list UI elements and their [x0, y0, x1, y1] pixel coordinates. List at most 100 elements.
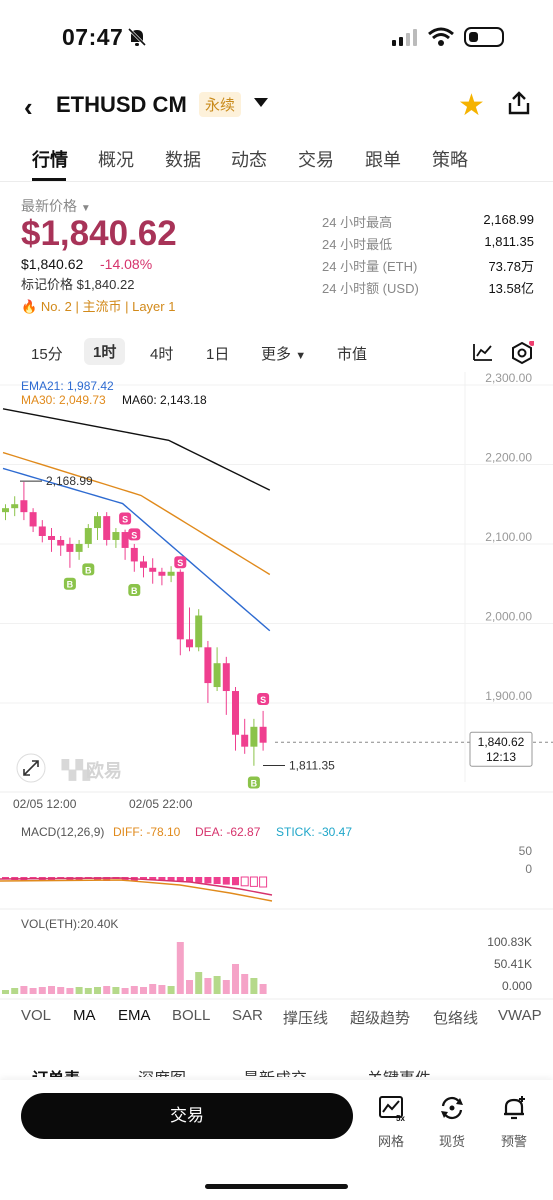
main-tabs: 行情 概况 数据 动态 交易 跟单 策略	[0, 142, 553, 182]
settings-hex-icon[interactable]	[510, 341, 534, 365]
tab-overview[interactable]: 概况	[98, 146, 134, 172]
indicator-sar[interactable]: SAR	[232, 1007, 263, 1024]
alert-button[interactable]: 预警	[492, 1094, 536, 1150]
macd-bar	[259, 876, 268, 888]
spot-button[interactable]: 现货	[430, 1094, 474, 1150]
indicator-ema[interactable]: EMA	[118, 1007, 151, 1024]
stat-volume: 24 小时量 (ETH) 73.78万	[322, 259, 534, 274]
macd-bar	[222, 877, 230, 885]
content-tabs: 订单表 深度图 最新成交 关键事件	[0, 1063, 553, 1077]
favorite-star-icon[interactable]: ★	[458, 88, 485, 123]
coin-tags[interactable]: 🔥 No. 2 | 主流币 | Layer 1	[21, 296, 175, 315]
volume-bar	[103, 986, 111, 994]
tab-news[interactable]: 动态	[231, 146, 267, 172]
volume-bar	[250, 978, 258, 994]
tab-market[interactable]: 行情	[32, 146, 68, 172]
candle-down	[176, 571, 184, 640]
marker-letter: S	[131, 530, 137, 540]
macd-bar	[240, 876, 249, 887]
coin-tags-text: No. 2 | 主流币 | Layer 1	[40, 299, 176, 314]
tab-copy[interactable]: 跟单	[365, 146, 401, 172]
macd-label: MACD(12,26,9)	[21, 825, 104, 839]
candle-up	[84, 528, 92, 544]
macd-diff: DIFF: -78.10	[113, 825, 181, 839]
last-price-usd: $1,840.62	[21, 256, 84, 272]
tab-orderbook[interactable]: 订单表	[32, 1065, 80, 1077]
indicator-vwap[interactable]: VWAP	[498, 1007, 542, 1024]
macd-bar	[204, 877, 212, 884]
price-tick-label: 1,900.00	[485, 689, 532, 703]
marker-letter: B	[67, 580, 74, 590]
candle-down	[158, 571, 166, 576]
candle-up	[11, 504, 19, 509]
interval-selector: 15分 1时 4时 1日 更多 ▼ 市值	[0, 338, 553, 368]
indicator-boll[interactable]: BOLL	[172, 1007, 210, 1024]
market-cap-toggle[interactable]: 市值	[337, 343, 367, 364]
volume-bar	[232, 964, 239, 994]
interval-1h[interactable]: 1时	[84, 338, 126, 365]
volume-bar	[11, 988, 19, 994]
volume-bar	[195, 972, 203, 994]
grid-bot-icon: 5x	[379, 1096, 405, 1123]
last-price-label[interactable]: 最新价格 ▼	[21, 196, 91, 216]
tab-trade[interactable]: 交易	[298, 146, 334, 172]
indicator-chart-icon[interactable]	[472, 342, 494, 362]
app-header: ‹ ETHUSD CM 永续 ★	[0, 82, 553, 126]
candle-down	[130, 547, 138, 562]
marker-letter: B	[131, 586, 138, 596]
current-price-label: 1,840.62	[478, 735, 525, 749]
indicator-envelope[interactable]: 包络线	[433, 1007, 478, 1028]
candle-down	[29, 512, 37, 527]
interval-more[interactable]: 更多 ▼	[261, 343, 306, 364]
volume-bar	[149, 984, 157, 994]
ema21-legend: EMA21: 1,987.42	[21, 379, 114, 393]
chevron-down-icon[interactable]	[254, 98, 268, 107]
ma60-legend: MA60: 2,143.18	[122, 393, 207, 407]
indicator-vol[interactable]: VOL	[21, 1007, 51, 1024]
volume-bar	[121, 988, 129, 994]
tab-key-events[interactable]: 关键事件	[367, 1065, 431, 1077]
candle-down	[103, 516, 111, 540]
instrument-title[interactable]: ETHUSD CM	[56, 92, 187, 118]
candle-up	[75, 543, 83, 552]
volume-bar	[158, 985, 166, 994]
volume-bar	[38, 987, 46, 994]
volume-bar	[130, 986, 138, 994]
tab-latest-trades[interactable]: 最新成交	[243, 1065, 307, 1077]
tab-depth[interactable]: 深度图	[138, 1065, 186, 1077]
volume-bar	[241, 974, 249, 994]
volume-bar	[213, 976, 221, 994]
volume-bar	[57, 987, 65, 994]
interval-15m[interactable]: 15分	[31, 343, 63, 364]
candle-down	[66, 543, 74, 552]
stat-low: 24 小时最低 1,811.35	[322, 234, 534, 252]
macd-bar	[195, 877, 203, 883]
trade-button[interactable]: 交易	[21, 1093, 353, 1139]
low-label: 1,811.35	[289, 758, 335, 772]
interval-1d[interactable]: 1日	[206, 343, 229, 364]
candle-down	[241, 734, 249, 747]
volume-bar	[259, 984, 267, 994]
marker-letter: S	[260, 695, 266, 705]
marker-letter: S	[122, 515, 128, 525]
grid-button[interactable]: 5x 网格	[369, 1094, 413, 1150]
vol-tick-label: 100.83K	[487, 935, 532, 949]
cellular-signal-icon	[392, 29, 417, 46]
indicator-support-resistance[interactable]: 撑压线	[283, 1007, 328, 1028]
marker-letter: S	[177, 558, 183, 568]
grid-label: 网格	[377, 1134, 404, 1149]
indicator-ma[interactable]: MA	[73, 1007, 96, 1024]
back-button[interactable]: ‹	[24, 92, 33, 123]
tab-data[interactable]: 数据	[165, 146, 201, 172]
candlestick-chart[interactable]: 2,300.00 2,200.00 2,100.00 2,000.00 1,900.00…	[0, 372, 553, 812]
ma60-line	[2, 408, 271, 491]
indicator-selector: VOL MA EMA BOLL SAR 撑压线 超级趋势 包络线 VWAP	[0, 1005, 553, 1029]
marker-letter: B	[85, 565, 92, 575]
volume-bar	[66, 988, 74, 994]
macd-chart: MACD(12,26,9) DIFF: -78.10 DEA: -62.87 STIC…	[0, 825, 553, 910]
interval-4h[interactable]: 4时	[150, 343, 173, 364]
indicator-supertrend[interactable]: 超级趋势	[350, 1007, 410, 1028]
candle-down	[186, 639, 193, 648]
tab-strategy[interactable]: 策略	[432, 146, 468, 172]
share-icon[interactable]	[506, 90, 532, 116]
